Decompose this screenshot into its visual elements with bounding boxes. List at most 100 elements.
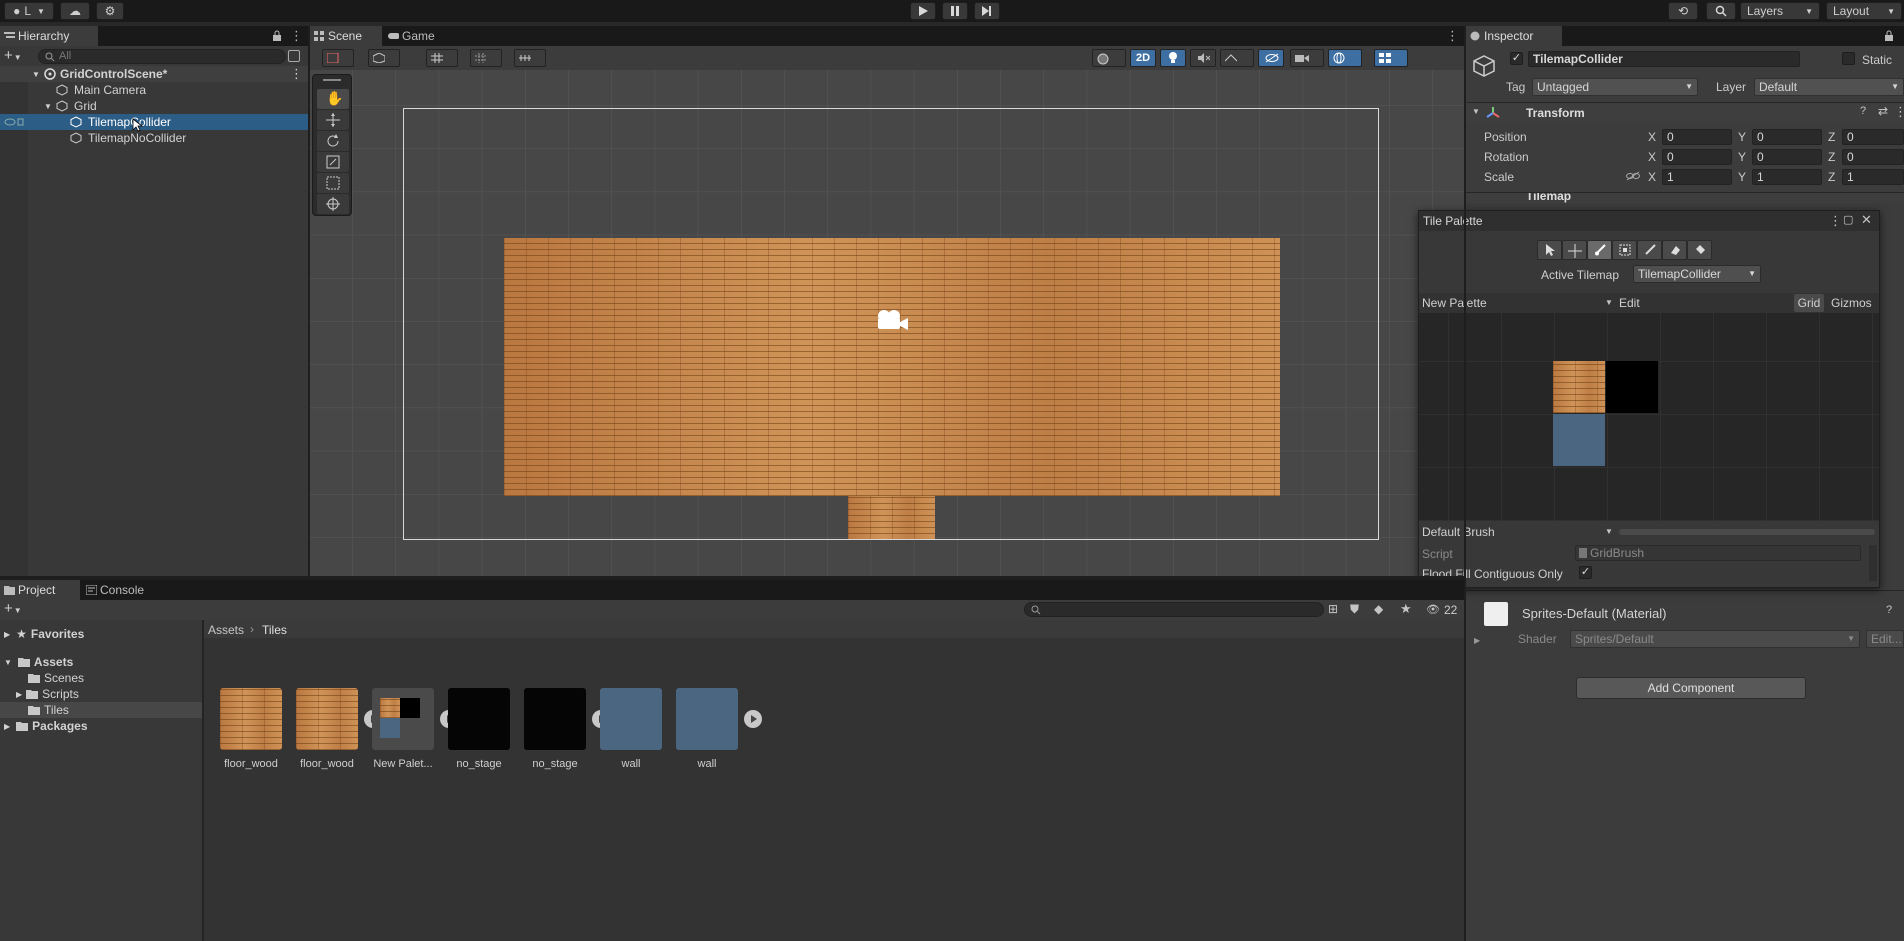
hand-tool-button[interactable]: ✋	[317, 89, 349, 109]
tag-dropdown[interactable]: Untagged ▼	[1532, 78, 1698, 96]
more-icon[interactable]: ⋮	[1829, 213, 1842, 229]
hierarchy-item-main-camera[interactable]: Main Camera	[0, 82, 308, 98]
more-icon[interactable]: ⋮	[290, 29, 303, 43]
flood-fill-checkbox[interactable]: ✓	[1579, 566, 1592, 579]
tree-item-favorites[interactable]: ▶ ★ Favorites	[0, 626, 84, 642]
add-button[interactable]: +▼	[4, 48, 26, 65]
erase-tool-button[interactable]	[1662, 240, 1687, 260]
tree-item-scenes[interactable]: Scenes	[0, 670, 84, 686]
position-y-field[interactable]: 0	[1752, 129, 1822, 145]
picker-tool-button[interactable]	[1637, 240, 1662, 260]
effects-dropdown[interactable]	[1220, 49, 1254, 67]
transform-header[interactable]: ▼ Transform ? ⇄ ⋮	[1466, 103, 1904, 123]
hierarchy-item-tilemapcollider[interactable]: TilemapCollider	[0, 114, 308, 132]
tree-item-tiles[interactable]: Tiles	[0, 702, 202, 718]
scale-y-field[interactable]: 1	[1752, 169, 1822, 185]
rotation-x-field[interactable]: 0	[1662, 149, 1732, 165]
scale-tool-button[interactable]	[317, 152, 349, 172]
active-tilemap-dropdown[interactable]: TilemapCollider ▼	[1633, 265, 1761, 283]
splitter[interactable]	[1464, 26, 1466, 941]
tab-game[interactable]: Game	[384, 26, 450, 46]
layer-dropdown[interactable]: Default ▼	[1754, 78, 1904, 96]
scrollbar[interactable]	[1869, 545, 1877, 581]
grid-snap-dropdown[interactable]	[426, 49, 458, 67]
scale-z-field[interactable]: 1	[1842, 169, 1904, 185]
account-dropdown[interactable]: ● L ▼	[4, 2, 54, 20]
palette-tile-no-stage[interactable]	[1606, 361, 1658, 413]
position-x-field[interactable]: 0	[1662, 129, 1732, 145]
preset-icon[interactable]: ⇄	[1878, 104, 1888, 118]
gizmo-cube-dropdown[interactable]	[368, 49, 400, 67]
search-by-label-icon[interactable]: ⛊	[1350, 602, 1359, 617]
add-component-button[interactable]: Add Component	[1576, 677, 1806, 699]
overlay-dropdown[interactable]	[1374, 49, 1408, 67]
breadcrumb-tiles[interactable]: Tiles	[262, 623, 287, 637]
maximize-icon[interactable]: ▢	[1843, 213, 1853, 226]
tab-project[interactable]: Project	[0, 580, 80, 600]
scene-viewport[interactable]: ✋	[310, 70, 1464, 576]
step-button[interactable]	[974, 2, 1000, 20]
tree-item-assets[interactable]: ▼ Assets	[0, 654, 73, 670]
2d-toggle[interactable]: 2D	[1130, 49, 1156, 67]
services-button[interactable]: ⚙	[96, 2, 124, 20]
search-by-type-icon[interactable]: ⊞	[1328, 602, 1338, 616]
palette-tile-floor-wood[interactable]	[1553, 361, 1605, 413]
scale-x-field[interactable]: 1	[1662, 169, 1732, 185]
rotation-y-field[interactable]: 0	[1752, 149, 1822, 165]
draw-mode-dropdown[interactable]	[322, 49, 354, 67]
close-icon[interactable]: ✕	[1861, 212, 1872, 228]
search-button[interactable]	[1706, 2, 1736, 20]
more-icon[interactable]: ⋮	[1446, 29, 1459, 43]
camera-gizmo-icon[interactable]	[874, 308, 910, 332]
shading-dropdown[interactable]	[1092, 49, 1126, 67]
object-name-field[interactable]: TilemapCollider	[1528, 51, 1800, 67]
tab-console[interactable]: Console	[82, 580, 160, 600]
tab-hierarchy[interactable]: Hierarchy	[0, 26, 98, 46]
filter-icon[interactable]	[288, 50, 300, 62]
breadcrumb-assets[interactable]: Assets	[208, 623, 244, 637]
create-button[interactable]: +▼	[4, 601, 26, 618]
ruler-dropdown[interactable]	[514, 49, 546, 67]
cloud-button[interactable]: ☁	[60, 2, 90, 20]
more-icon[interactable]: ⋮	[1894, 104, 1904, 120]
overlay-grip[interactable]	[323, 79, 341, 81]
help-icon[interactable]: ?	[1886, 604, 1892, 616]
hierarchy-item-tilemapnocollider[interactable]: TilemapNoCollider	[0, 130, 308, 146]
help-icon[interactable]: ?	[1860, 105, 1866, 117]
splitter[interactable]	[308, 26, 310, 576]
fill-tool-button[interactable]	[1687, 240, 1712, 260]
tab-scene[interactable]: Scene	[310, 26, 382, 46]
more-icon[interactable]: ⋮	[290, 66, 303, 82]
link-icon[interactable]	[1626, 171, 1640, 181]
history-button[interactable]: ⟲	[1668, 2, 1698, 20]
active-checkbox[interactable]: ✓	[1510, 52, 1523, 65]
palette-titlebar[interactable]: Tile Palette ⋮ ▢ ✕	[1419, 211, 1879, 231]
star-icon[interactable]: ★	[1400, 601, 1412, 617]
tag-icon[interactable]: ◆	[1374, 602, 1383, 616]
tree-item-scripts[interactable]: ▶ Scripts	[0, 686, 79, 702]
lighting-toggle[interactable]	[1160, 49, 1186, 67]
box-fill-tool-button[interactable]	[1612, 240, 1637, 260]
palette-edit-button[interactable]: Edit	[1619, 296, 1640, 310]
palette-tile-wall[interactable]	[1553, 414, 1605, 466]
transform-tool-button[interactable]	[317, 194, 349, 214]
gizmos-dropdown[interactable]	[1328, 49, 1362, 67]
position-z-field[interactable]: 0	[1842, 129, 1904, 145]
paint-tool-button[interactable]	[1587, 240, 1612, 260]
grid-toggle[interactable]: Grid	[1794, 294, 1824, 312]
lock-icon[interactable]	[1884, 30, 1894, 42]
lock-icon[interactable]	[272, 30, 282, 42]
shader-edit-button[interactable]: Edit...	[1866, 630, 1904, 648]
move-tool-button[interactable]	[1562, 240, 1587, 260]
expand-icon[interactable]	[744, 710, 762, 728]
palette-dropdown[interactable]: New Palette ▼	[1419, 293, 1615, 313]
hidden-objects-toggle[interactable]	[1258, 49, 1284, 67]
splitter-handle[interactable]	[1619, 529, 1875, 535]
brush-dropdown[interactable]: Default Brush ▼	[1419, 523, 1615, 541]
hierarchy-item-grid[interactable]: ▼ Grid	[0, 98, 308, 114]
project-search-input[interactable]	[1024, 602, 1324, 617]
static-checkbox[interactable]	[1842, 52, 1855, 65]
visibility-icon[interactable]	[4, 117, 24, 127]
tree-item-packages[interactable]: ▶ Packages	[0, 718, 88, 734]
tab-inspector[interactable]: Inspector	[1466, 26, 1562, 46]
